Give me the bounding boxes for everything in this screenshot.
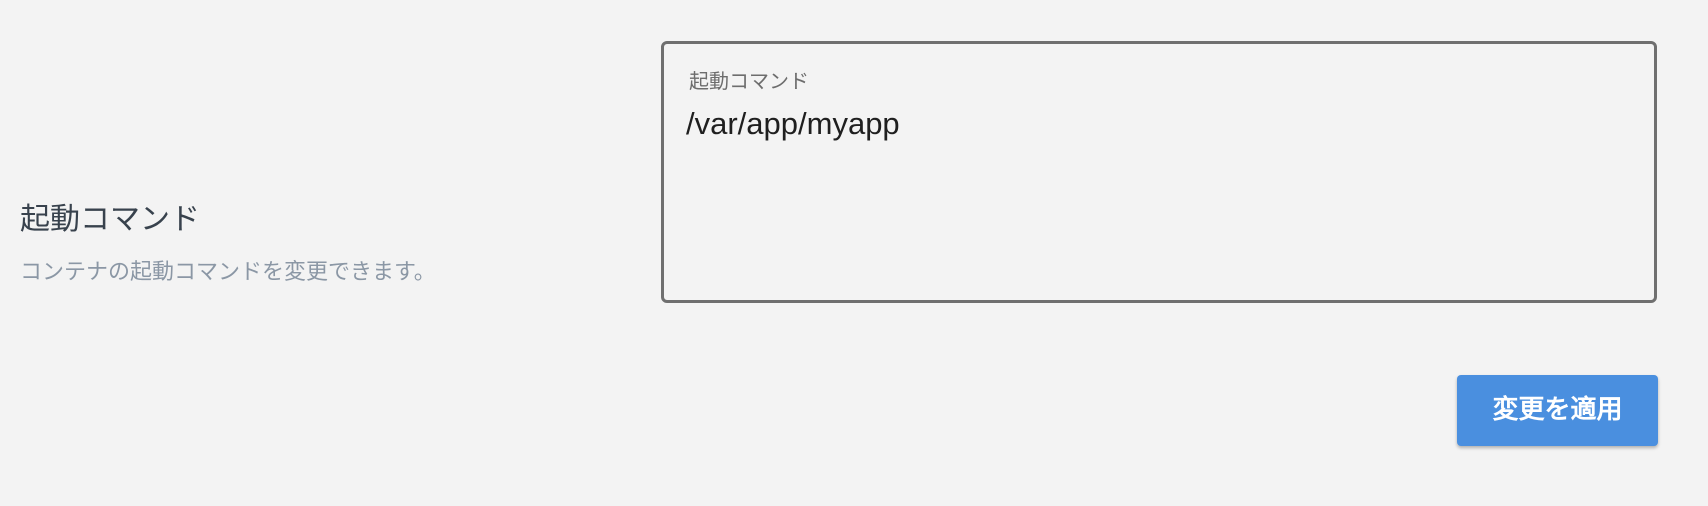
setting-info: 起動コマンド コンテナの起動コマンドを変更できます。 (20, 200, 620, 288)
setting-title: 起動コマンド (20, 202, 200, 237)
command-field[interactable]: 起動コマンド (661, 41, 1657, 303)
setting-description: コンテナの起動コマンドを変更できます。 (20, 260, 436, 285)
command-textarea[interactable] (686, 104, 1631, 289)
startup-command-setting: 起動コマンド コンテナの起動コマンドを変更できます。 起動コマンド 変更を適用 (0, 0, 1708, 506)
command-field-label: 起動コマンド (689, 69, 809, 93)
apply-changes-button[interactable]: 変更を適用 (1457, 375, 1658, 446)
